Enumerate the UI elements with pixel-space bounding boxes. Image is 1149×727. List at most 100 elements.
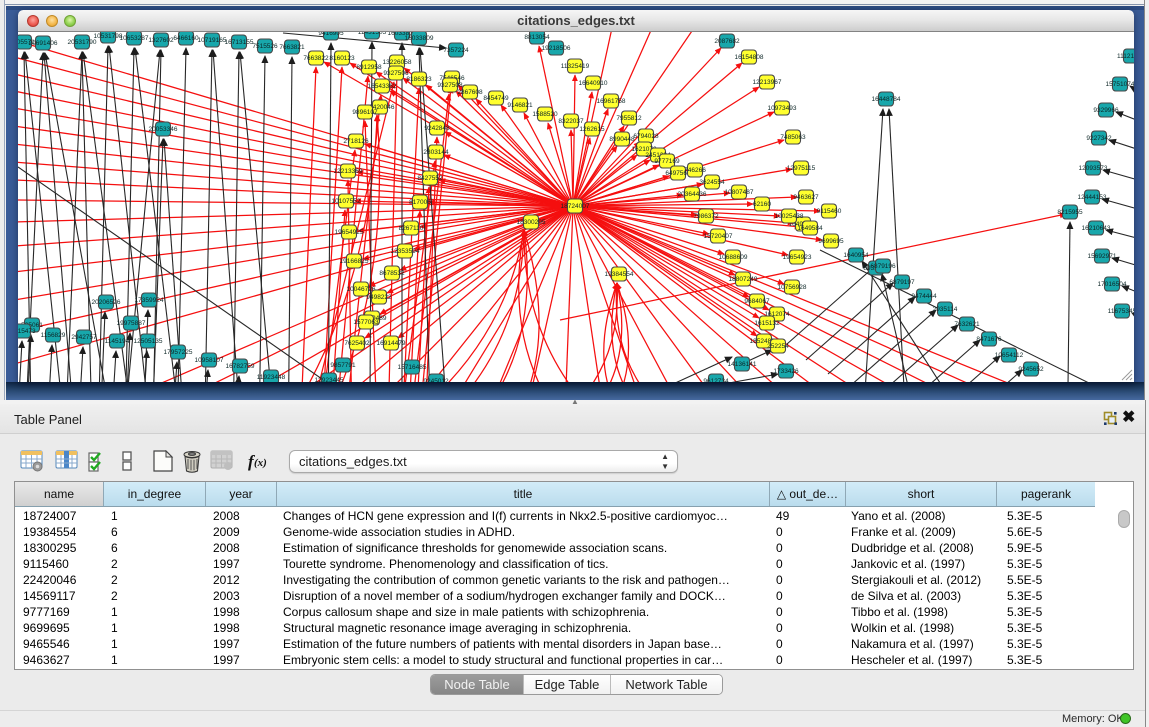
svg-text:19975887: 19975887 xyxy=(117,320,146,327)
svg-text:12093573: 12093573 xyxy=(1079,165,1108,172)
svg-text:9327506: 9327506 xyxy=(383,70,409,77)
svg-text:11121578: 11121578 xyxy=(1117,53,1134,60)
svg-text:14136141: 14136141 xyxy=(728,361,757,368)
svg-text:252254: 252254 xyxy=(767,343,789,350)
svg-text:9245012: 9245012 xyxy=(423,378,449,382)
svg-text:8813054: 8813054 xyxy=(524,34,550,41)
svg-text:12505135: 12505135 xyxy=(134,338,163,345)
svg-text:16210643: 16210643 xyxy=(1082,225,1111,232)
svg-text:8990448: 8990448 xyxy=(609,136,635,143)
svg-text:2867608: 2867608 xyxy=(457,89,483,96)
svg-text:11675345: 11675345 xyxy=(1108,308,1134,315)
svg-text:1733426: 1733426 xyxy=(773,368,799,375)
svg-text:8678532: 8678532 xyxy=(379,270,405,277)
svg-text:9327508: 9327508 xyxy=(437,82,463,89)
svg-text:9896107: 9896107 xyxy=(352,109,378,116)
svg-text:16154808: 16154808 xyxy=(735,54,764,61)
svg-text:20691406: 20691406 xyxy=(29,40,58,47)
svg-text:1640954: 1640954 xyxy=(843,252,869,259)
svg-text:7632621: 7632621 xyxy=(954,321,980,328)
svg-text:2803144: 2803144 xyxy=(423,149,449,156)
svg-text:17359924: 17359924 xyxy=(135,297,164,304)
svg-text:18807249: 18807249 xyxy=(729,276,758,283)
svg-text:16713155: 16713155 xyxy=(225,39,254,46)
svg-text:15692971: 15692971 xyxy=(1088,253,1117,260)
svg-text:8454749: 8454749 xyxy=(483,95,509,102)
svg-text:12353594: 12353594 xyxy=(391,248,420,255)
svg-text:1588520: 1588520 xyxy=(532,111,558,118)
svg-text:11325419: 11325419 xyxy=(561,63,590,70)
svg-text:19654925: 19654925 xyxy=(335,229,364,236)
svg-text:9699695: 9699695 xyxy=(818,238,844,245)
svg-text:6466160: 6466160 xyxy=(173,35,199,42)
svg-text:10653287: 10653287 xyxy=(120,35,149,42)
svg-text:9115460: 9115460 xyxy=(817,208,842,215)
svg-text:3915473: 3915473 xyxy=(18,328,36,335)
svg-text:19218506: 19218506 xyxy=(542,45,571,52)
svg-text:9474444: 9474444 xyxy=(911,293,937,300)
svg-text:15720407: 15720407 xyxy=(704,233,733,240)
svg-text:6879197: 6879197 xyxy=(889,279,915,286)
svg-text:16914479: 16914479 xyxy=(377,340,406,347)
svg-text:6794028: 6794028 xyxy=(633,133,659,140)
svg-text:1615132: 1615132 xyxy=(754,320,780,327)
svg-text:9242848: 9242848 xyxy=(424,125,450,132)
svg-text:10958107: 10958107 xyxy=(195,357,224,364)
svg-text:1262615: 1262615 xyxy=(579,126,605,133)
svg-text:8471676: 8471676 xyxy=(976,336,1002,343)
svg-text:18300295: 18300295 xyxy=(517,219,546,226)
svg-text:1649584: 1649584 xyxy=(797,225,823,232)
svg-text:8267110: 8267110 xyxy=(399,225,424,232)
svg-text:10025438: 10025438 xyxy=(775,213,804,220)
svg-text:8427552: 8427552 xyxy=(417,175,443,182)
svg-text:12213369: 12213369 xyxy=(334,168,363,175)
svg-text:16961758: 16961758 xyxy=(597,98,626,105)
svg-text:7955812: 7955812 xyxy=(616,115,642,122)
svg-text:817006: 817006 xyxy=(409,199,431,206)
svg-text:9416905: 9416905 xyxy=(318,32,344,37)
svg-text:9329966: 9329966 xyxy=(1093,107,1119,114)
svg-text:1577063: 1577063 xyxy=(353,319,379,326)
svg-text:9777169: 9777169 xyxy=(654,158,680,165)
svg-text:15716485: 15716485 xyxy=(398,364,427,371)
svg-text:10756928: 10756928 xyxy=(778,284,807,291)
svg-text:8322037: 8322037 xyxy=(558,118,584,125)
svg-text:16448784: 16448784 xyxy=(872,96,901,103)
svg-text:10107552: 10107552 xyxy=(332,198,361,205)
svg-text:10719165: 10719165 xyxy=(198,37,227,44)
svg-text:7485063: 7485063 xyxy=(780,134,806,141)
svg-text:2718126: 2718126 xyxy=(343,138,369,145)
svg-text:(x): (x) xyxy=(254,457,267,469)
svg-text:8160123: 8160123 xyxy=(329,55,355,62)
svg-text:15751074: 15751074 xyxy=(1106,81,1134,88)
svg-text:1156829: 1156829 xyxy=(41,332,66,339)
svg-text:20531790: 20531790 xyxy=(68,39,97,46)
svg-text:12213967: 12213967 xyxy=(753,79,782,86)
svg-text:3624554: 3624554 xyxy=(699,179,725,186)
svg-text:7663822: 7663822 xyxy=(303,55,329,62)
svg-text:19654923: 19654923 xyxy=(783,254,812,261)
svg-text:10973493: 10973493 xyxy=(768,105,797,112)
svg-text:7357224: 7357224 xyxy=(443,47,469,54)
svg-text:11923448: 11923448 xyxy=(257,374,286,381)
svg-text:17016504: 17016504 xyxy=(1098,281,1127,288)
svg-text:20053346: 20053346 xyxy=(149,126,178,133)
svg-text:9684067: 9684067 xyxy=(744,298,770,305)
svg-text:16033809: 16033809 xyxy=(405,35,434,42)
svg-text:7663821: 7663821 xyxy=(279,44,305,51)
svg-text:10688609: 10688609 xyxy=(719,254,748,261)
svg-text:9463627: 9463627 xyxy=(793,194,819,201)
svg-text:2087682: 2087682 xyxy=(714,38,740,45)
svg-text:12975115: 12975115 xyxy=(787,165,816,172)
svg-text:20364436: 20364436 xyxy=(678,191,707,198)
svg-text:9227342: 9227342 xyxy=(1086,135,1112,142)
svg-text:11431505: 11431505 xyxy=(358,32,387,36)
svg-text:17957225: 17957225 xyxy=(164,349,193,356)
svg-text:2935114: 2935114 xyxy=(933,306,958,313)
svg-text:8186323: 8186323 xyxy=(406,76,432,83)
svg-text:9498222: 9498222 xyxy=(366,294,392,301)
svg-text:9612734: 9612734 xyxy=(703,378,729,382)
svg-text:10531798: 10531798 xyxy=(94,33,123,40)
svg-text:16543362: 16543362 xyxy=(368,83,397,90)
svg-text:20206526: 20206526 xyxy=(92,299,121,306)
